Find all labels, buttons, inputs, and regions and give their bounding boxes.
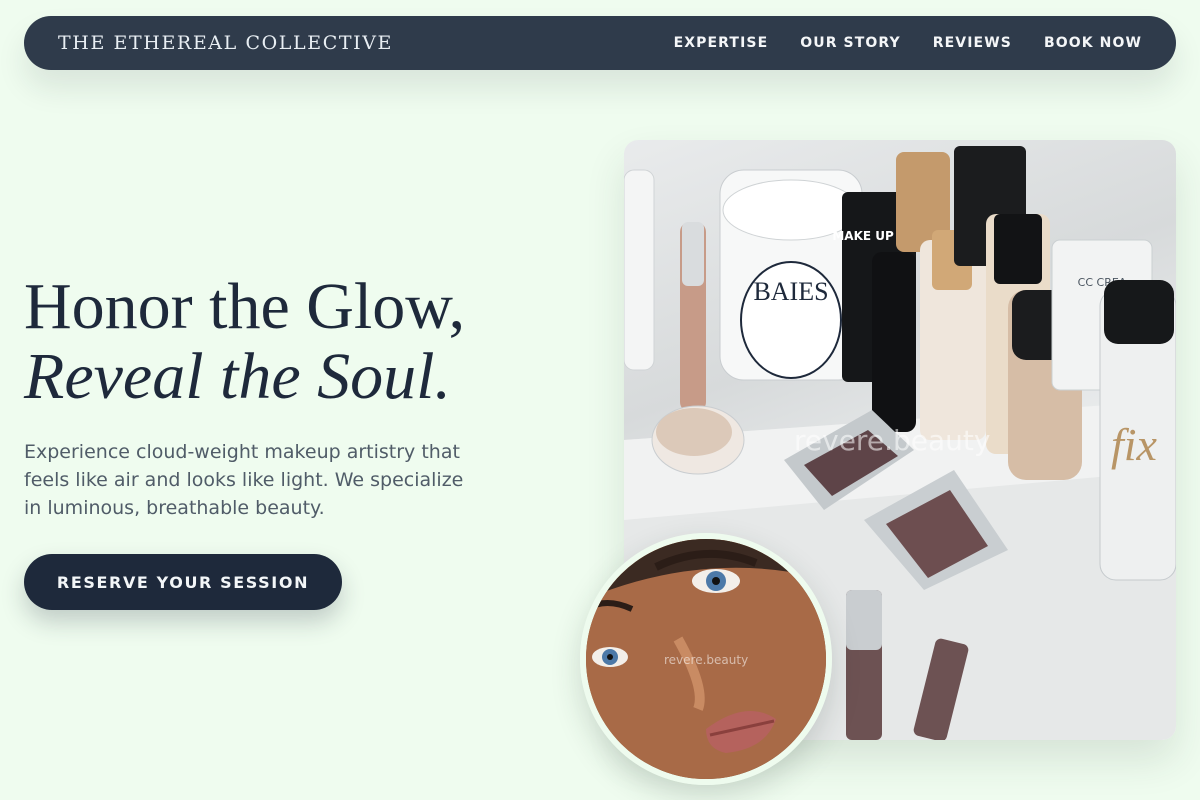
reserve-session-button[interactable]: RESERVE YOUR SESSION bbox=[24, 554, 342, 610]
nav-links: EXPERTISE OUR STORY REVIEWS BOOK NOW bbox=[674, 35, 1142, 51]
nav-link-expertise[interactable]: EXPERTISE bbox=[674, 35, 769, 51]
brand-logo[interactable]: THE ETHEREAL COLLECTIVE bbox=[58, 32, 393, 54]
fix-label: fix bbox=[1111, 419, 1158, 470]
nav-link-our-story[interactable]: OUR STORY bbox=[800, 35, 901, 51]
hero-lead-text: Experience cloud-weight makeup artistry … bbox=[24, 441, 464, 519]
top-navigation: THE ETHEREAL COLLECTIVE EXPERTISE OUR ST… bbox=[24, 16, 1176, 70]
portrait-watermark: revere.beauty bbox=[664, 653, 749, 667]
main-image-watermark: revere.beauty bbox=[794, 424, 991, 457]
nav-link-reviews[interactable]: REVIEWS bbox=[933, 35, 1012, 51]
model-portrait-image: revere.beauty bbox=[580, 533, 832, 785]
hero-headline: Honor the Glow, Reveal the Soul. bbox=[24, 272, 584, 412]
headline-line-1: Honor the Glow, bbox=[24, 270, 466, 343]
headline-line-2: Reveal the Soul. bbox=[24, 340, 452, 413]
candle-label: BAIES bbox=[753, 277, 828, 306]
nav-link-book-now[interactable]: BOOK NOW bbox=[1044, 35, 1142, 51]
